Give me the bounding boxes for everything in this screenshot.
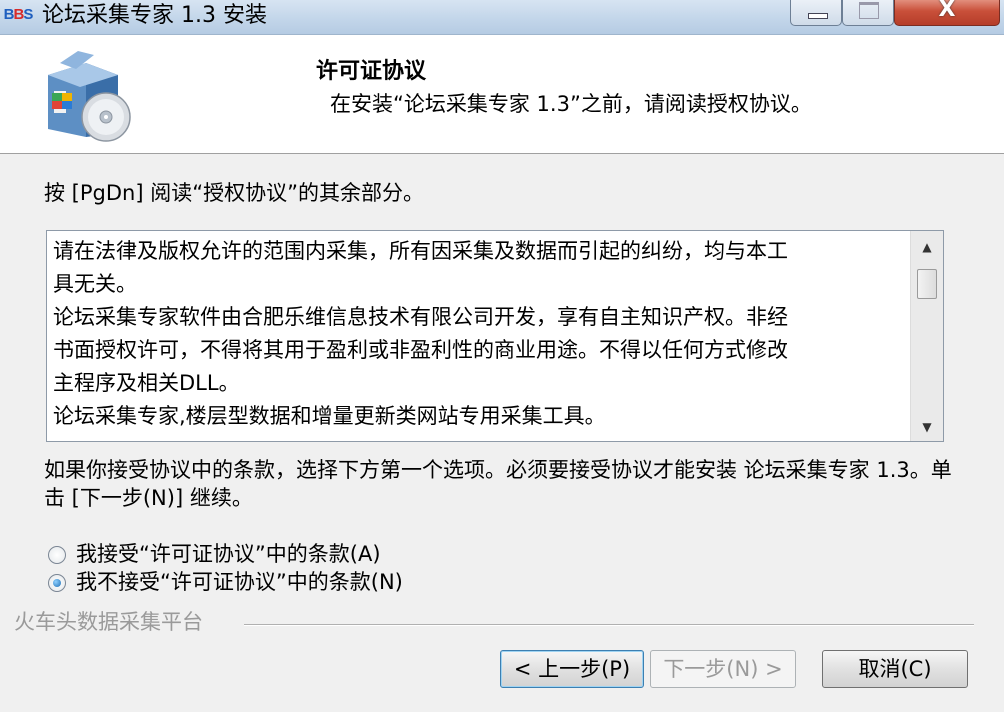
read-instruction: 按 [PgDn] 阅读“授权协议”的其余部分。 <box>44 181 424 205</box>
license-line: 论坛采集专家,楼层型数据和增量更新类网站专用采集工具。 <box>53 404 606 428</box>
installer-box-icon <box>48 51 131 142</box>
page-subtitle: 在安装“论坛采集专家 1.3”之前，请阅读授权协议。 <box>330 92 812 116</box>
scroll-up-arrow-icon[interactable]: ▲ <box>911 235 943 259</box>
license-line: 主程序及相关DLL。 <box>53 371 240 395</box>
cancel-button[interactable]: 取消(C) <box>822 650 968 688</box>
license-line: 具无关。 <box>53 272 137 296</box>
maximize-button <box>842 0 894 26</box>
license-text: 请在法律及版权允许的范围内采集，所有因采集及数据而引起的纠纷，均与本工 具无关。… <box>53 235 903 433</box>
accept-radio[interactable] <box>48 546 66 564</box>
decline-radio[interactable] <box>48 574 66 592</box>
close-button[interactable]: X <box>894 0 1000 26</box>
minimize-button[interactable] <box>790 0 842 26</box>
back-button[interactable]: < 上一步(P) <box>500 650 644 688</box>
next-button[interactable]: 下一步(N) > <box>650 650 796 688</box>
scroll-down-arrow-icon[interactable]: ▼ <box>911 415 943 439</box>
license-textbox[interactable]: 请在法律及版权允许的范围内采集，所有因采集及数据而引起的纠纷，均与本工 具无关。… <box>46 230 944 442</box>
footer-separator <box>244 624 974 626</box>
maximize-icon <box>859 2 879 19</box>
license-line: 书面授权许可，不得将其用于盈利或非盈利性的商业用途。不得以任何方式修改 <box>53 338 788 362</box>
decline-option[interactable]: 我不接受“许可证协议”中的条款(N) <box>48 568 403 596</box>
page-title: 许可证协议 <box>316 59 427 84</box>
accept-option[interactable]: 我接受“许可证协议”中的条款(A) <box>48 540 381 568</box>
app-icon: BBS <box>3 6 34 23</box>
accept-label[interactable]: 我接受“许可证协议”中的条款(A) <box>76 542 381 566</box>
license-scrollbar[interactable]: ▲ ▼ <box>910 231 943 441</box>
close-icon: X <box>938 0 956 22</box>
wizard-header: 许可证协议 在安装“论坛采集专家 1.3”之前，请阅读授权协议。 <box>0 35 1004 154</box>
title-bar: BBS 论坛采集专家 1.3 安装 X <box>0 0 1004 35</box>
decline-label[interactable]: 我不接受“许可证协议”中的条款(N) <box>76 570 403 594</box>
license-line: 论坛采集专家软件由合肥乐维信息技术有限公司开发，享有自主知识产权。非经 <box>53 305 788 329</box>
terms-notice: 如果你接受协议中的条款，选择下方第一个选项。必须要接受协议才能安装 论坛采集专家… <box>44 458 952 510</box>
branding-text: 火车头数据采集平台 <box>14 610 203 634</box>
minimize-icon <box>808 13 828 19</box>
scroll-thumb[interactable] <box>917 269 937 299</box>
license-line: 请在法律及版权允许的范围内采集，所有因采集及数据而引起的纠纷，均与本工 <box>53 239 788 263</box>
window-title: 论坛采集专家 1.3 安装 <box>42 3 267 28</box>
